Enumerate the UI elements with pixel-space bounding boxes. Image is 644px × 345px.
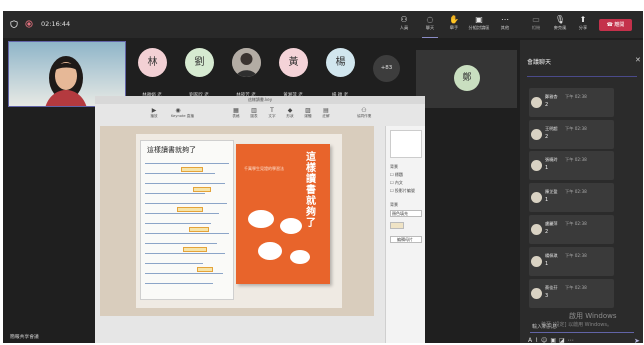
shape-icon: ◆ xyxy=(287,107,293,114)
share-button[interactable]: ⬆ 分享 xyxy=(569,15,597,35)
participants-button[interactable]: ⚇ 人員 xyxy=(390,15,418,35)
participant-avatar: 鄭 xyxy=(454,65,480,91)
compose-toolbar[interactable]: A⌇☺▣◪⋯ xyxy=(528,337,577,343)
slide-canvas[interactable]: 這樣讀書就夠了 這樣讀書就夠了 千萬學生見證的學習法 xyxy=(100,126,374,316)
participant-avatar[interactable]: 林 xyxy=(138,48,167,77)
keynote-icon: ◉ xyxy=(175,107,181,114)
checkbox-title[interactable]: ☐ 標題 xyxy=(390,172,403,178)
people-icon: ⚇ xyxy=(400,15,408,24)
play-button[interactable]: ▶ 播放 xyxy=(147,107,161,119)
collaborate-button[interactable]: ⚇ 協同作業 xyxy=(357,107,371,119)
chat-message[interactable]: 楊佩琪 下午 02:38 1 xyxy=(529,247,614,276)
table-icon: ▦ xyxy=(233,107,239,114)
avatar xyxy=(531,160,542,171)
leave-button[interactable]: ☎ 離開 xyxy=(599,19,632,31)
avatar xyxy=(531,288,542,299)
text-icon: T xyxy=(270,107,274,114)
avatar xyxy=(531,224,542,235)
teams-meeting-window: 02:16:44 ⚇ 人員 ◌ 聊天 ✋ 舉手 ▣ 分組討論區 ⋯ 其他 ▭ 相… xyxy=(3,11,643,343)
rooms-icon: ▣ xyxy=(475,15,483,24)
chat-title: 會議聊天 xyxy=(527,59,552,66)
participant-avatar-photo[interactable] xyxy=(232,48,261,77)
shared-screen: 這樣讀書.key ▶ 播放 ◉ Keynote 直播 ▦ 表格 ▥ 圖表 T 文字 ◆ 形狀… xyxy=(95,96,425,343)
breakout-rooms-button[interactable]: ▣ 分組討論區 xyxy=(465,15,493,35)
more-icon: ⋯ xyxy=(501,15,509,24)
record-icon xyxy=(25,20,33,28)
background-dropdown[interactable]: 顏色填充 xyxy=(390,210,422,217)
avatar xyxy=(531,192,542,203)
gif-icon[interactable]: ▣ xyxy=(550,337,559,343)
more-button[interactable]: ⋯ 其他 xyxy=(491,15,519,35)
checkbox-slide-number[interactable]: ☐ 投影片編號 xyxy=(390,188,415,194)
chat-message[interactable]: 張曉玲 下午 02:38 1 xyxy=(529,151,614,180)
send-icon[interactable]: ➤ xyxy=(634,337,640,343)
avatar xyxy=(531,97,542,108)
chat-message[interactable]: 陳芷盈 下午 02:38 1 xyxy=(529,183,614,212)
raise-hand-button[interactable]: ✋ 舉手 xyxy=(440,15,468,35)
meeting-label: 簡報共享會議 xyxy=(10,335,39,340)
format-inspector: 背景 ☐ 標題 ☐ 內文 ☐ 投影片編號 背景 顏色填充 編輯母片 xyxy=(385,126,425,343)
keynote-live-button[interactable]: ◉ Keynote 直播 xyxy=(171,107,194,119)
shield-icon xyxy=(10,20,18,28)
table-button[interactable]: ▦ 表格 xyxy=(229,107,243,119)
participant-avatar[interactable]: 楊 xyxy=(326,48,355,77)
chart-button[interactable]: ▥ 圖表 xyxy=(247,107,261,119)
chat-panel: 會議聊天 ✕ 鄭雅杏 下午 02:38 2 王明超 下午 02:38 2 張曉玲… xyxy=(520,40,643,343)
participant-avatar[interactable]: 劉 xyxy=(185,48,214,77)
media-button[interactable]: ▨ 媒體 xyxy=(301,107,315,119)
color-well[interactable] xyxy=(390,222,404,229)
notebook-page: 這樣讀書就夠了 xyxy=(140,140,234,300)
more-participants-button[interactable]: +83 xyxy=(373,55,400,82)
participant-avatar[interactable]: 黃 xyxy=(279,48,308,77)
slide-photo: 這樣讀書就夠了 這樣讀書就夠了 千萬學生見證的學習法 xyxy=(136,134,342,308)
close-icon[interactable]: ✕ xyxy=(635,56,641,64)
chat-message[interactable]: 蔡佳芬 下午 02:38 3 xyxy=(529,279,614,308)
phone-icon: ☎ xyxy=(606,22,613,28)
more-options-icon[interactable]: ⋯ xyxy=(568,337,577,343)
share-icon: ⬆ xyxy=(579,15,587,24)
comment-button[interactable]: ▤ 註解 xyxy=(319,107,333,119)
meeting-top-bar: 02:16:44 ⚇ 人員 ◌ 聊天 ✋ 舉手 ▣ 分組討論區 ⋯ 其他 ▭ 相… xyxy=(3,11,643,38)
collaborate-icon: ⚇ xyxy=(361,107,367,114)
book-cover: 這樣讀書就夠了 千萬學生見證的學習法 xyxy=(236,144,330,284)
media-icon: ▨ xyxy=(305,107,311,114)
checkbox-body[interactable]: ☐ 內文 xyxy=(390,180,403,186)
shape-button[interactable]: ◆ 形狀 xyxy=(283,107,297,119)
chat-message[interactable]: 王明超 下午 02:38 2 xyxy=(529,120,614,149)
windows-activation-watermark: 啟用 Windows xyxy=(569,312,617,320)
chat-message[interactable]: 鄭雅杏 下午 02:38 2 xyxy=(529,88,614,117)
comment-icon: ▤ xyxy=(323,107,329,114)
shared-window-title: 這樣讀書.key xyxy=(95,96,425,104)
avatar xyxy=(531,256,542,267)
windows-activation-hint: 移至 [設定] 以啟用 Windows。 xyxy=(541,322,612,328)
chart-icon: ▥ xyxy=(251,107,257,114)
chat-divider xyxy=(527,76,637,77)
emoji-icon[interactable]: ☺ xyxy=(541,337,550,343)
sticker-icon[interactable]: ◪ xyxy=(559,337,568,343)
avatar xyxy=(531,129,542,140)
slide-thumbnail[interactable] xyxy=(390,130,422,158)
meeting-timer: 02:16:44 xyxy=(41,20,71,28)
text-button[interactable]: T 文字 xyxy=(265,107,279,119)
play-icon: ▶ xyxy=(151,107,157,114)
chat-message[interactable]: 盧麗萍 下午 02:38 2 xyxy=(529,215,614,244)
edit-master-button[interactable]: 編輯母片 xyxy=(390,236,422,243)
participant-tile[interactable]: 鄭 xyxy=(416,50,517,108)
hand-icon: ✋ xyxy=(449,15,459,24)
participant-photo xyxy=(232,48,261,77)
